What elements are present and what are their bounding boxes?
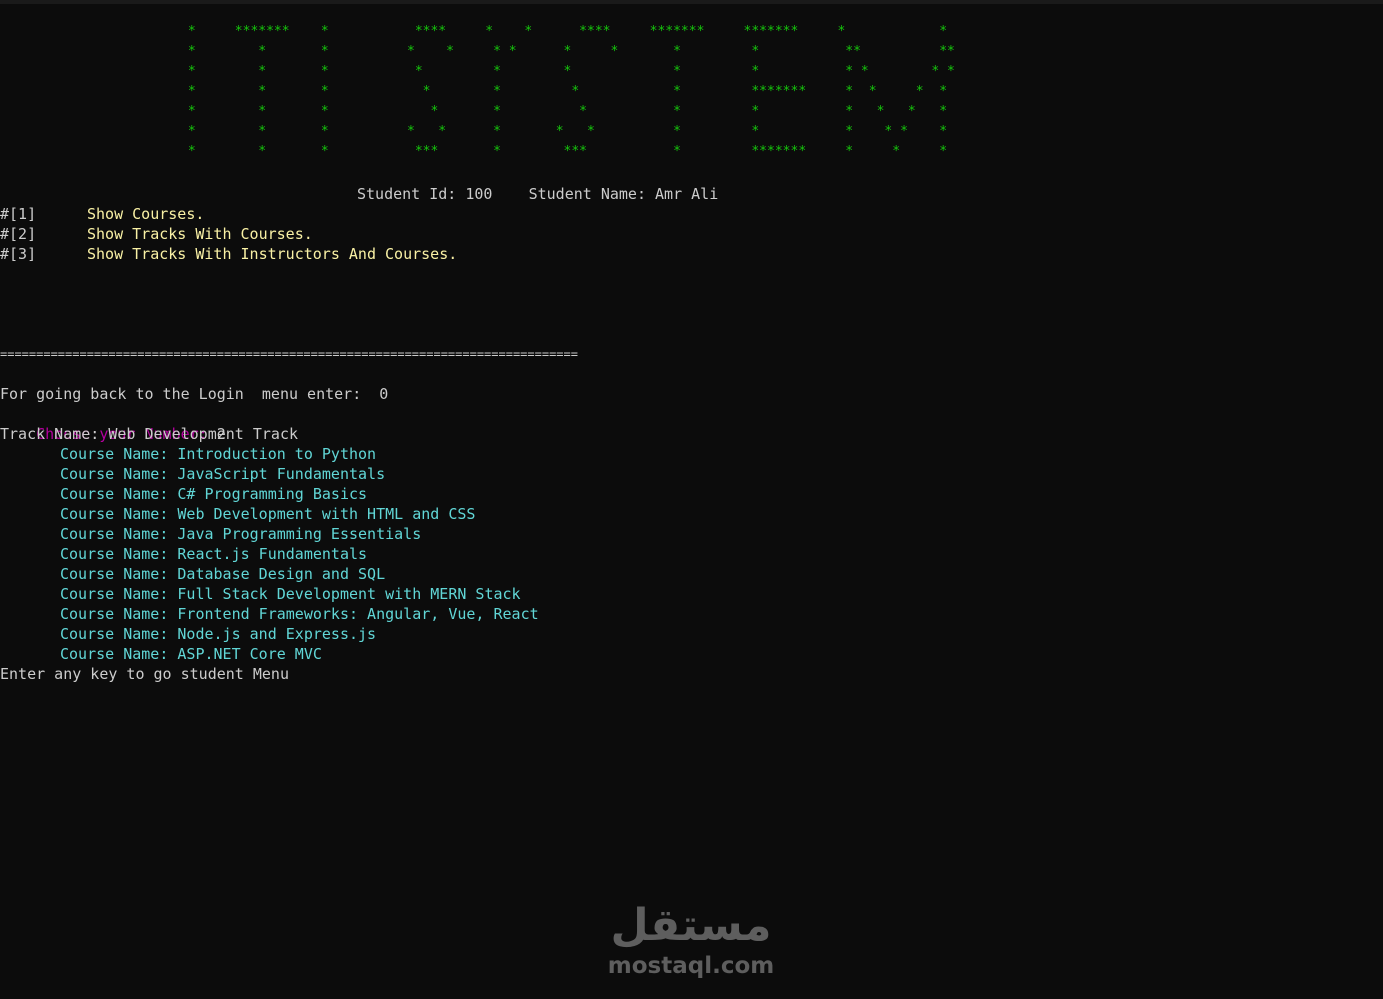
menu-item-show-tracks-courses: Show Tracks With Courses. <box>87 225 313 243</box>
watermark-latin-text: mostaql.com <box>607 953 775 979</box>
list-item: Course Name: Introduction to Python <box>60 444 376 464</box>
course-label: Course Name: <box>60 605 178 623</box>
menu-key: #[1] <box>0 205 37 223</box>
list-item: Course Name: Database Design and SQL <box>60 564 385 584</box>
course-label: Course Name: <box>60 645 178 663</box>
course-name: Introduction to Python <box>177 445 377 463</box>
list-item: Course Name: Web Development with HTML a… <box>60 504 475 524</box>
track-name: Track Name: Web Development Track <box>0 425 299 443</box>
course-name: JavaScript Fundamentals <box>177 465 386 483</box>
course-name: Frontend Frameworks: Angular, Vue, React <box>177 605 539 623</box>
banner-row: * * * * * * * * * * * * * * <box>0 124 948 139</box>
student-info: Student Id: 100 Student Name: Amr Ali <box>357 185 719 203</box>
footer-prompt: Enter any key to go student Menu <box>0 665 289 683</box>
course-name: Java Programming Essentials <box>177 525 422 543</box>
menu-item-show-tracks-instructors: Show Tracks With Instructors And Courses… <box>87 245 458 263</box>
course-label: Course Name: <box>60 525 178 543</box>
course-label: Course Name: <box>60 565 178 583</box>
menu-item-show-courses: Show Courses. <box>87 205 205 223</box>
banner-row: * ******* * **** * * **** ******* ******… <box>0 24 948 39</box>
course-label: Course Name: <box>60 625 178 643</box>
menu-key: #[2] <box>0 225 37 243</box>
choose-prompt-line[interactable]: Choose your Number: 2 <box>0 404 226 443</box>
list-item: Course Name: JavaScript Fundamentals <box>60 464 385 484</box>
banner-row: * * * * * * * * * * * * <box>0 64 955 79</box>
list-item: Course Name: Full Stack Development with… <box>60 584 521 604</box>
list-item: Course Name: Frontend Frameworks: Angula… <box>60 604 539 624</box>
back-prompt: For going back to the Login menu enter: … <box>0 385 389 403</box>
course-label: Course Name: <box>60 545 178 563</box>
banner-row: * * * * * * * * * * * * <box>0 104 948 119</box>
course-label: Course Name: <box>60 485 178 503</box>
course-label: Course Name: <box>60 505 178 523</box>
list-item: Course Name: Java Programming Essentials <box>60 524 421 544</box>
list-item: Course Name: ASP.NET Core MVC <box>60 644 322 664</box>
course-label: Course Name: <box>60 465 178 483</box>
banner-row: * * * * * * * ******* * * * * <box>0 84 948 99</box>
list-item: Course Name: React.js Fundamentals <box>60 544 367 564</box>
course-label: Course Name: <box>60 585 178 603</box>
menu-key: #[3] <box>0 245 37 263</box>
list-item: Course Name: C# Programming Basics <box>60 484 367 504</box>
course-name: ASP.NET Core MVC <box>177 645 322 663</box>
course-name: React.js Fundamentals <box>177 545 368 563</box>
course-name: Web Development with HTML and CSS <box>177 505 476 523</box>
watermark-arabic-logo: مستقل <box>610 900 772 951</box>
mostaql-watermark: مستقل mostaql.com <box>605 898 777 980</box>
course-name: Full Stack Development with MERN Stack <box>177 585 521 603</box>
separator-line: ========================================… <box>0 347 578 361</box>
course-name: Database Design and SQL <box>177 565 386 583</box>
banner-row: * * * *** * *** * ******* * * * <box>0 144 948 159</box>
course-label: Course Name: <box>60 445 178 463</box>
list-item: Course Name: Node.js and Express.js <box>60 624 376 644</box>
course-name: Node.js and Express.js <box>177 625 377 643</box>
console-output: * ******* * **** * * **** ******* ******… <box>0 0 1383 999</box>
banner-row: * * * * * * * * * * * ** ** <box>0 44 955 59</box>
course-name: C# Programming Basics <box>177 485 368 503</box>
